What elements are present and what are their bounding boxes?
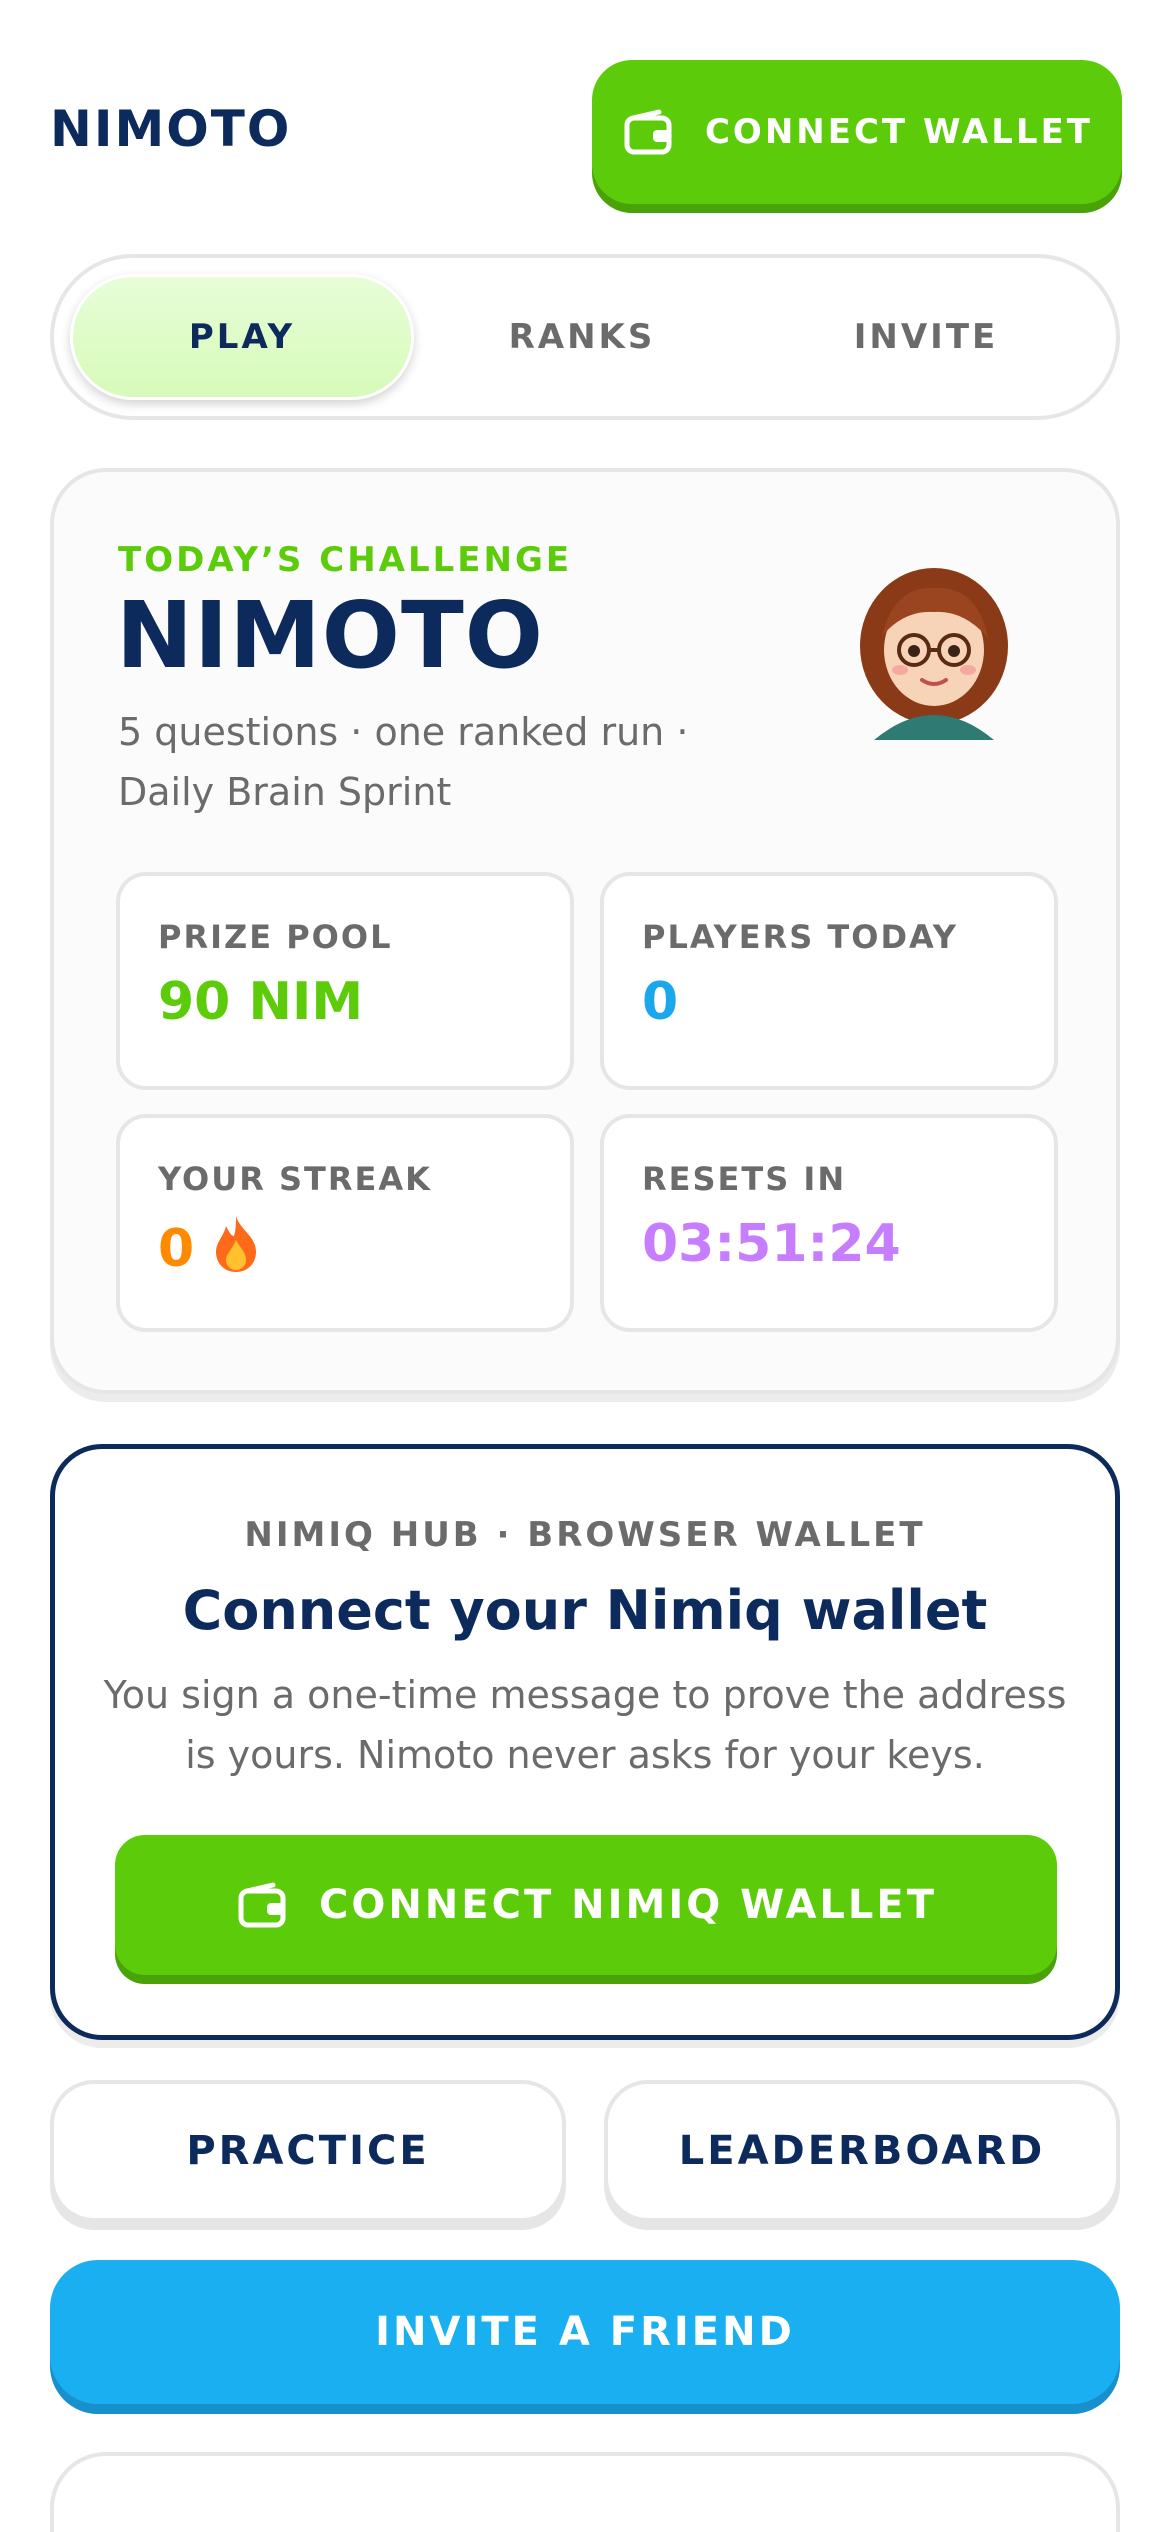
brand-logo[interactable]: NIMOTO	[50, 100, 291, 158]
prize-pool-label: PRIZE POOL	[158, 918, 393, 956]
connect-wallet-card: NIMIQ HUB · BROWSER WALLET Connect your …	[50, 1444, 1120, 2040]
wallet-icon	[621, 104, 677, 160]
prize-pool-stat: PRIZE POOL 90 NIM	[116, 872, 574, 1090]
next-card-partial	[50, 2452, 1120, 2532]
connect-kicker: NIMIQ HUB · BROWSER WALLET	[244, 1515, 926, 1555]
daily-challenge-card: TODAY’S CHALLENGE NIMOTO 5 questions · o…	[50, 468, 1120, 1394]
players-today-stat: PLAYERS TODAY 0	[600, 872, 1058, 1090]
challenge-subtitle: 5 questions · one ranked run · Daily Bra…	[118, 710, 689, 814]
resets-in-label: RESETS IN	[642, 1160, 847, 1198]
cartoon-girl-avatar	[834, 550, 1034, 750]
connect-wallet-label: CONNECT WALLET	[704, 112, 1093, 152]
connect-title: Connect your Nimiq wallet	[182, 1579, 988, 1642]
flame-icon	[210, 1214, 262, 1274]
wallet-icon	[235, 1877, 291, 1933]
invite-friend-button[interactable]: INVITE A FRIEND	[50, 2260, 1120, 2404]
connect-description: You sign a one-time message to prove the…	[103, 1673, 1067, 1777]
resets-in-stat: RESETS IN 03:51:24	[600, 1114, 1058, 1332]
connect-nimiq-wallet-label: CONNECT NIMIQ WALLET	[318, 1882, 938, 1928]
tab-play[interactable]: PLAY	[70, 274, 414, 400]
streak-value-row: 0	[158, 1214, 262, 1279]
connect-nimiq-wallet-button[interactable]: CONNECT NIMIQ WALLET	[115, 1835, 1057, 1975]
tab-ranks[interactable]: RANKS	[410, 274, 754, 400]
tab-invite[interactable]: INVITE	[754, 274, 1098, 400]
main-tabs: PLAY RANKS INVITE	[50, 254, 1120, 420]
practice-button[interactable]: PRACTICE	[50, 2080, 566, 2222]
challenge-title: NIMOTO	[116, 582, 544, 689]
challenge-eyebrow: TODAY’S CHALLENGE	[118, 540, 573, 580]
connect-wallet-button[interactable]: CONNECT WALLET	[592, 60, 1122, 204]
players-today-value: 0	[642, 972, 679, 1032]
prize-pool-value: 90 NIM	[158, 972, 364, 1032]
streak-stat: YOUR STREAK 0	[116, 1114, 574, 1332]
resets-in-value: 03:51:24	[642, 1214, 901, 1274]
leaderboard-button[interactable]: LEADERBOARD	[604, 2080, 1120, 2222]
streak-label: YOUR STREAK	[158, 1160, 432, 1198]
streak-value: 0	[158, 1219, 195, 1279]
players-today-label: PLAYERS TODAY	[642, 918, 958, 956]
app-screen: NIMOTO CONNECT WALLET PLAY RANKS INVITE …	[0, 0, 1170, 2532]
